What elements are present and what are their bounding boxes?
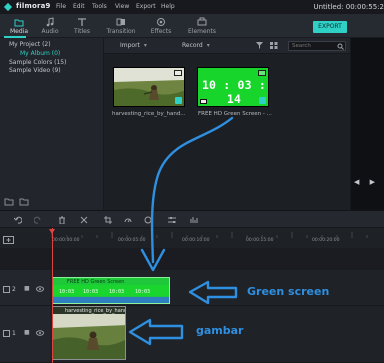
tab-elements[interactable]: Elements bbox=[183, 14, 221, 38]
media-label-harvesting-rice: harvesting_rice_by_hand... bbox=[112, 111, 186, 117]
annotation-gambar: gambar bbox=[196, 324, 244, 337]
library-item-my-project[interactable]: My Project (2) bbox=[9, 41, 51, 48]
effects-icon bbox=[157, 18, 165, 26]
record-label: Record bbox=[182, 42, 203, 49]
preview-controls: ◀ ▶ bbox=[354, 178, 375, 186]
audio-badge-icon bbox=[200, 99, 207, 104]
split-icon[interactable] bbox=[80, 216, 88, 224]
eye-icon[interactable] bbox=[36, 330, 44, 336]
export-button[interactable]: EXPORT bbox=[313, 21, 347, 33]
document-title: Untitled: 00:00:55:2 bbox=[313, 3, 384, 11]
clip-audio-waveform bbox=[53, 297, 169, 303]
tab-transition[interactable]: Transition bbox=[102, 14, 140, 38]
video-track-icon bbox=[3, 286, 10, 293]
timeline-clip-harvesting-rice[interactable]: harvesting_rice_by_hand bbox=[52, 306, 126, 360]
tab-transition-label: Transition bbox=[106, 28, 136, 35]
video-track-icon bbox=[3, 330, 10, 337]
elements-icon bbox=[197, 17, 207, 26]
color-icon[interactable] bbox=[144, 216, 152, 224]
library-panel: My Project (2) My Album (0) Sample Color… bbox=[0, 38, 104, 210]
transition-icon bbox=[116, 18, 125, 26]
music-note-icon bbox=[46, 17, 54, 27]
menu-view[interactable]: View bbox=[115, 3, 129, 10]
track-header-1: 1 ■ bbox=[0, 306, 50, 363]
timecode-3: 00:00:15:00 bbox=[246, 238, 274, 243]
filmora-logo-icon bbox=[3, 2, 13, 12]
timecode-0: 00:00:00:00 bbox=[52, 238, 80, 243]
record-dropdown[interactable]: Record ▾ bbox=[182, 42, 210, 49]
media-toolbar: Import ▾ Record ▾ bbox=[104, 38, 350, 54]
new-folder-icon[interactable] bbox=[4, 198, 14, 206]
library-item-sample-colors[interactable]: Sample Colors (15) bbox=[9, 59, 66, 66]
menu-bar: filmora9 File Edit Tools View Export Hel… bbox=[0, 0, 384, 14]
redo-icon[interactable] bbox=[34, 216, 42, 224]
clip-frames: 10:03 10:03 10:03 10:03 bbox=[53, 285, 169, 296]
clip-thumbnail bbox=[53, 314, 125, 359]
used-check-icon bbox=[175, 97, 182, 104]
add-track-icon[interactable] bbox=[3, 236, 14, 244]
text-icon bbox=[78, 18, 86, 26]
tab-titles[interactable]: Titles bbox=[63, 14, 101, 38]
grid-view-icon[interactable] bbox=[270, 42, 278, 49]
open-folder-icon[interactable] bbox=[19, 198, 29, 206]
menu-export[interactable]: Export bbox=[136, 3, 156, 10]
eye-icon[interactable] bbox=[36, 286, 44, 292]
menu-tools[interactable]: Tools bbox=[92, 3, 107, 10]
timeline-ruler[interactable]: 00:00:00:00 00:00:05:00 00:00:10:00 00:0… bbox=[0, 228, 384, 248]
tab-effects[interactable]: Effects bbox=[142, 14, 180, 38]
audio-mixer-icon[interactable] bbox=[190, 216, 198, 224]
track-header-2: 2 ■ bbox=[0, 270, 50, 306]
folder-actions bbox=[4, 198, 29, 206]
timeline-toolbar bbox=[0, 210, 384, 228]
svg-text:10:03: 10:03 bbox=[135, 289, 150, 295]
track-number-2: 2 bbox=[12, 286, 16, 293]
menu-file[interactable]: File bbox=[56, 3, 66, 10]
timecode-2: 00:00:10:00 bbox=[182, 238, 210, 243]
media-thumb-green-screen[interactable]: 10 : 03 : 14 bbox=[197, 67, 269, 107]
media-label-green-screen: FREE HD Green Screen - ... bbox=[198, 111, 272, 117]
playhead[interactable] bbox=[52, 228, 53, 363]
menu-edit[interactable]: Edit bbox=[73, 3, 85, 10]
svg-text:10:03: 10:03 bbox=[109, 289, 124, 295]
annotation-green-screen: Green screen bbox=[247, 285, 330, 298]
crop-icon[interactable] bbox=[104, 216, 112, 224]
speed-icon[interactable] bbox=[124, 216, 132, 224]
timeline-clip-green-screen[interactable]: FREE HD Green Screen 10:03 10:03 10:03 10:0… bbox=[52, 277, 170, 304]
track-number-1: 1 bbox=[12, 330, 16, 337]
lock-icon[interactable]: ■ bbox=[24, 285, 30, 292]
tab-effects-label: Effects bbox=[150, 28, 172, 35]
app-logo-text: filmora9 bbox=[16, 2, 51, 10]
svg-text:10:03: 10:03 bbox=[59, 289, 74, 295]
import-dropdown[interactable]: Import ▾ bbox=[120, 42, 147, 49]
svg-text:10:03: 10:03 bbox=[83, 289, 98, 295]
filter-icon[interactable] bbox=[256, 42, 263, 49]
tab-elements-label: Elements bbox=[188, 28, 216, 35]
folder-icon bbox=[14, 19, 24, 27]
app-logo: filmora9 bbox=[2, 2, 52, 12]
menu-help[interactable]: Help bbox=[161, 3, 175, 10]
image-type-icon bbox=[174, 70, 182, 76]
library-item-sample-video[interactable]: Sample Video (9) bbox=[9, 67, 61, 74]
chevron-down-icon: ▾ bbox=[206, 42, 210, 49]
play-back-icon[interactable]: ◀ bbox=[354, 178, 359, 186]
adjust-icon[interactable] bbox=[168, 216, 176, 224]
delete-icon[interactable] bbox=[58, 216, 66, 224]
timecode-4: 00:00:20:00 bbox=[312, 238, 340, 243]
search-icon[interactable] bbox=[337, 43, 344, 50]
import-label: Import bbox=[120, 42, 140, 49]
media-thumb-harvesting-rice[interactable] bbox=[113, 67, 185, 107]
used-check-icon bbox=[259, 97, 266, 104]
play-icon[interactable]: ▶ bbox=[370, 178, 375, 186]
video-type-icon bbox=[258, 70, 266, 76]
undo-icon[interactable] bbox=[14, 216, 22, 224]
lock-icon[interactable]: ■ bbox=[24, 329, 30, 336]
timecode-1: 00:00:05:00 bbox=[118, 238, 146, 243]
tab-titles-label: Titles bbox=[74, 28, 90, 35]
library-item-my-album[interactable]: My Album (0) bbox=[20, 50, 60, 57]
chevron-down-icon: ▾ bbox=[143, 42, 147, 49]
media-library: Import▾ Record▾ harvesting_rice_by_hand.… bbox=[104, 38, 350, 210]
